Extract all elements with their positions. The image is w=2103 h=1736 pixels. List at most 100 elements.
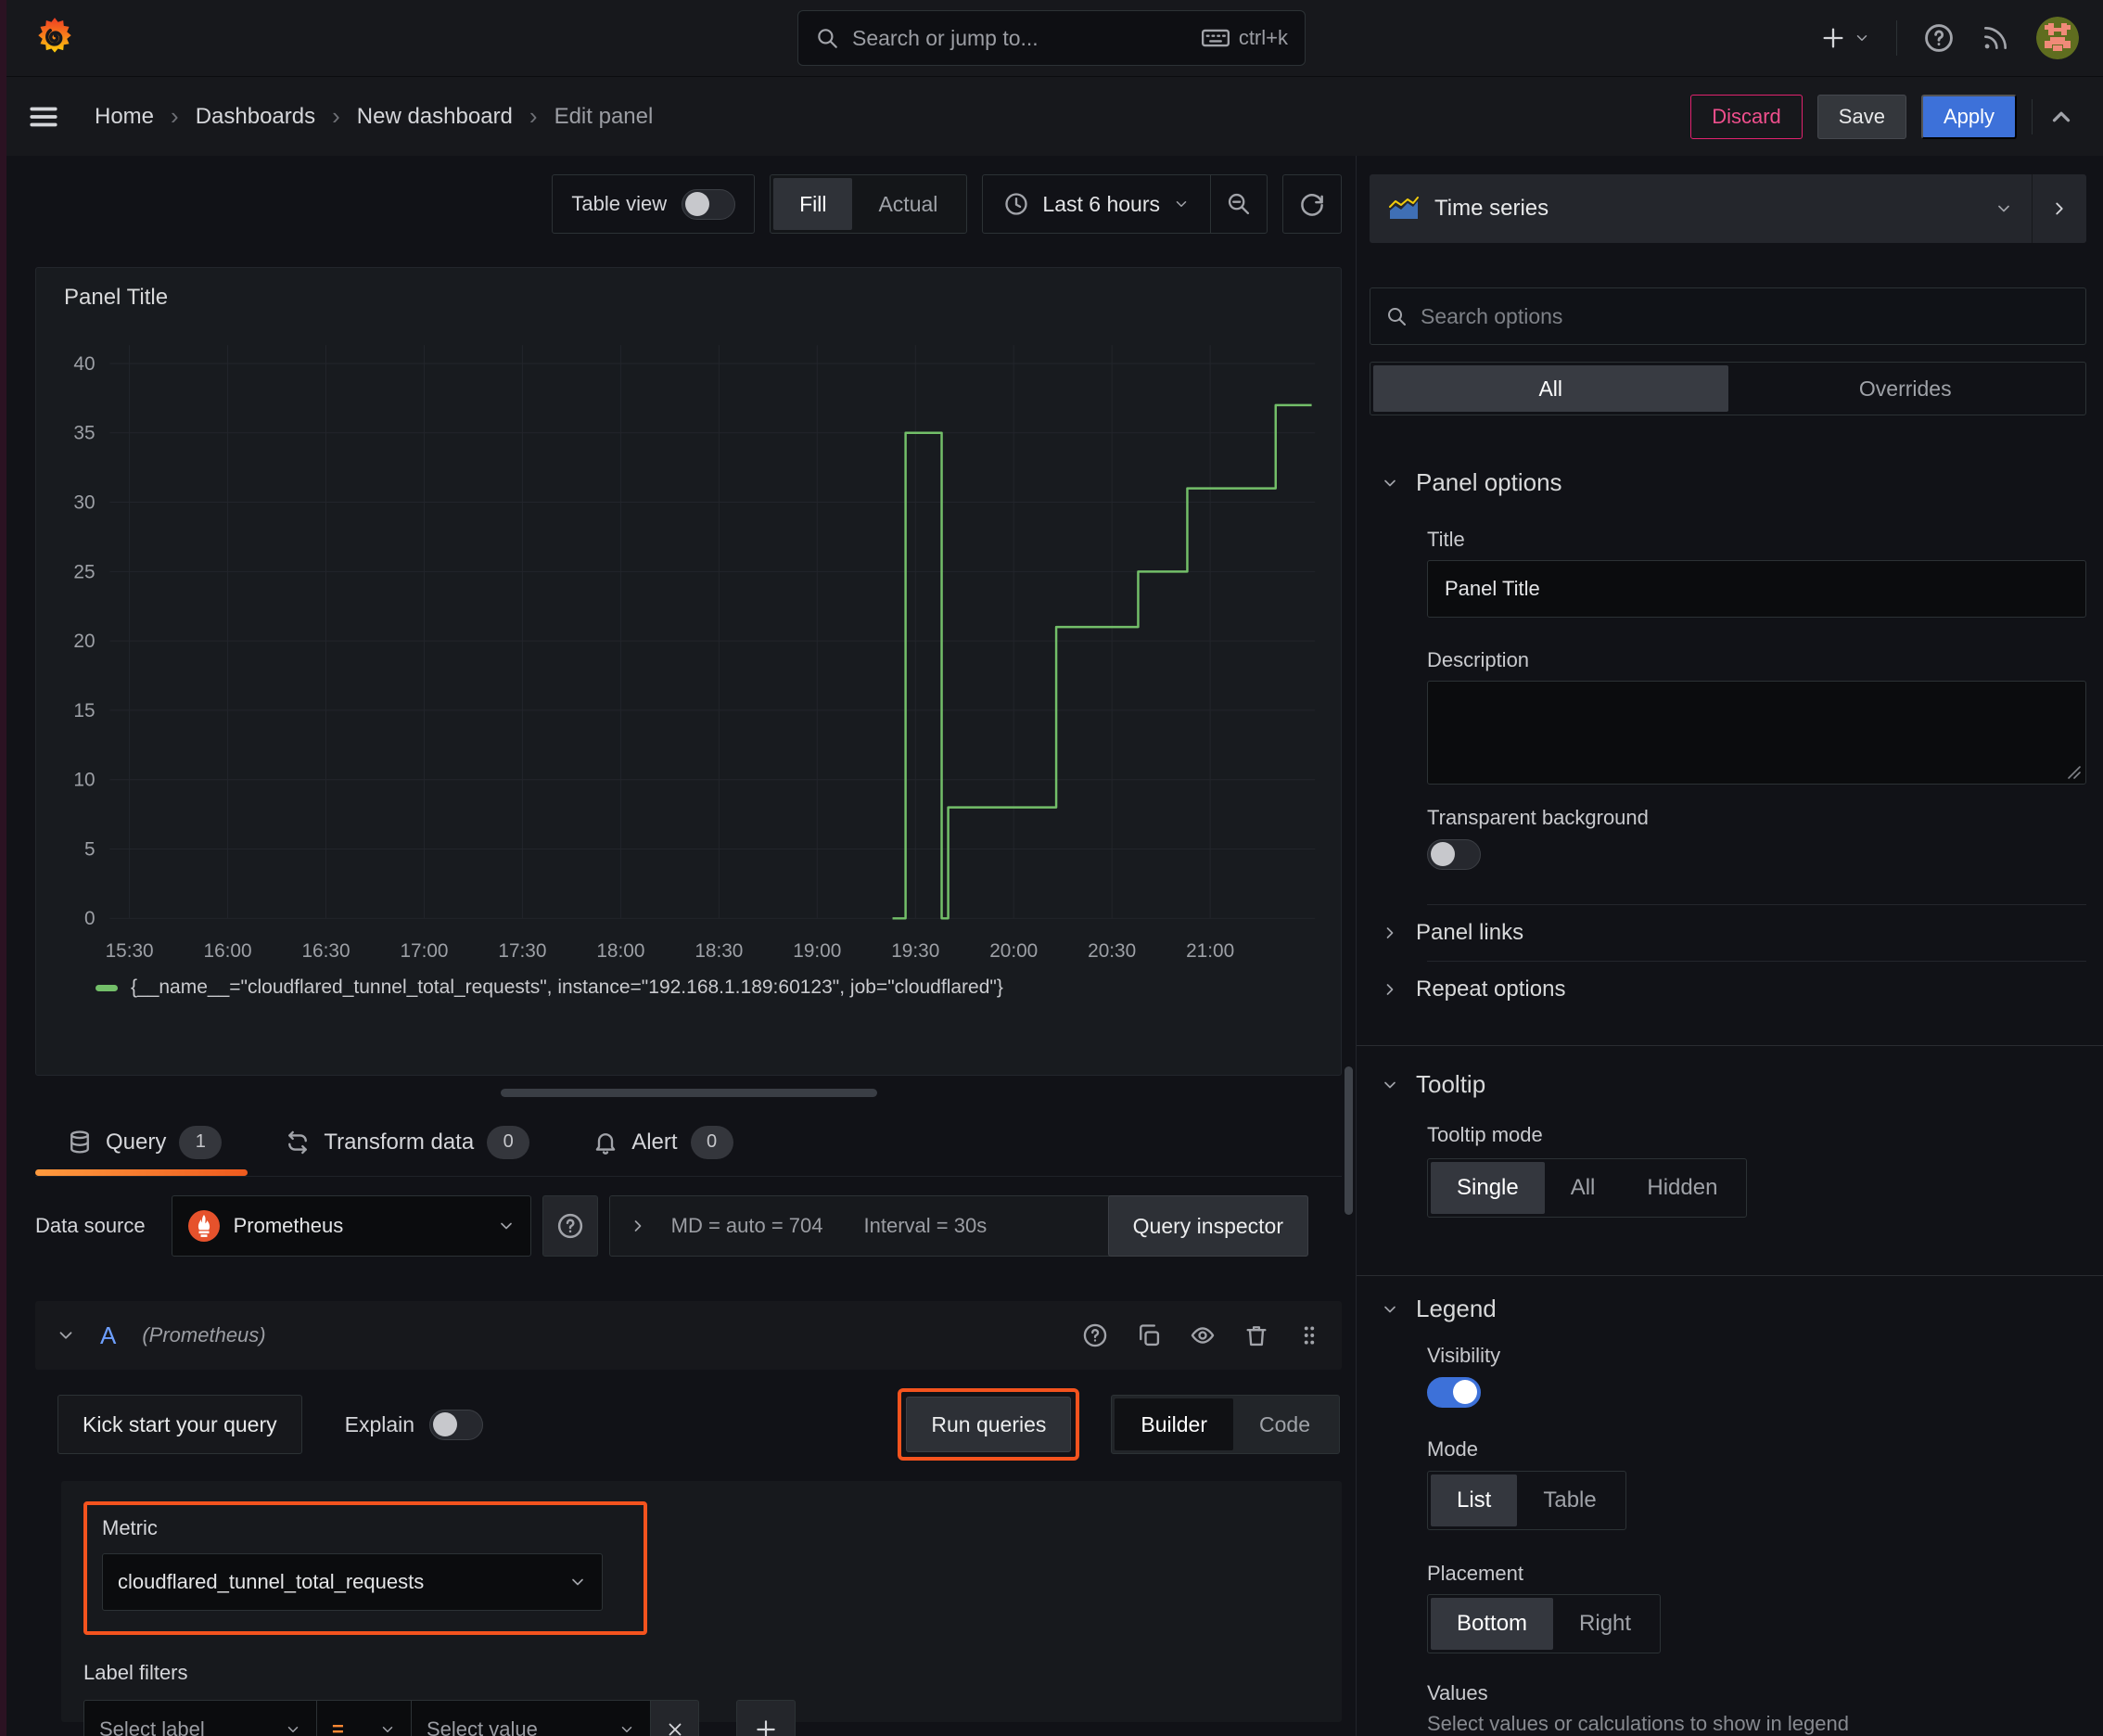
refresh-button[interactable] <box>1282 174 1342 234</box>
time-range-picker: Last 6 hours <box>982 174 1268 234</box>
select-value-dropdown[interactable]: Select value <box>412 1700 651 1736</box>
panel-resize-handle[interactable] <box>500 1089 877 1097</box>
vertical-scrollbar[interactable] <box>1345 1066 1353 1215</box>
zoom-out-button[interactable] <box>1211 175 1267 233</box>
tab-alert-count: 0 <box>690 1125 733 1159</box>
panel-options-header[interactable]: Panel options <box>1381 468 2086 497</box>
menu-icon[interactable] <box>28 101 59 133</box>
max-datapoints-stat: MD = auto = 704 <box>670 1214 823 1237</box>
legend-values-hint: Select values or calculations to show in… <box>1427 1712 1849 1735</box>
query-builder-body: Metric cloudflared_tunnel_total_requests… <box>61 1481 1342 1736</box>
description-field-textarea[interactable] <box>1427 681 2086 785</box>
metric-highlight: Metric cloudflared_tunnel_total_requests <box>83 1501 647 1635</box>
viz-suggestions-button[interactable] <box>2033 174 2086 243</box>
drag-query-icon[interactable] <box>1297 1323 1321 1347</box>
panel-title[interactable]: Panel Title <box>51 285 1330 311</box>
search-icon <box>815 26 839 50</box>
tooltip-section-header[interactable]: Tooltip <box>1381 1070 2086 1099</box>
grafana-logo-icon[interactable] <box>32 15 78 61</box>
legend-section-header[interactable]: Legend <box>1381 1295 2086 1323</box>
add-filter-button[interactable] <box>736 1700 796 1736</box>
bell-icon <box>593 1130 618 1155</box>
legend-placement-label: Placement <box>1427 1562 1523 1585</box>
code-option[interactable]: Code <box>1233 1398 1336 1450</box>
chevron-down-icon <box>285 1721 301 1736</box>
chevron-down-icon[interactable] <box>56 1325 76 1346</box>
explain-toggle[interactable] <box>429 1409 484 1440</box>
legend-mode-list[interactable]: List <box>1431 1474 1518 1526</box>
legend-visibility-toggle[interactable] <box>1427 1377 1481 1408</box>
breadcrumb-dashboards[interactable]: Dashboards <box>196 104 315 130</box>
resize-handle-icon[interactable] <box>2065 763 2082 780</box>
duplicate-query-icon[interactable] <box>1136 1322 1162 1348</box>
time-series-viz-icon <box>1388 197 1420 221</box>
chevron-down-icon <box>1173 196 1190 212</box>
time-range-button[interactable]: Last 6 hours <box>983 175 1210 233</box>
tooltip-single-option[interactable]: Single <box>1431 1162 1545 1214</box>
query-row-header[interactable]: A (Prometheus) <box>35 1301 1342 1370</box>
x-tick-label: 16:00 <box>204 940 252 962</box>
breadcrumb-home[interactable]: Home <box>95 104 154 130</box>
series-line[interactable] <box>892 403 1312 920</box>
breadcrumb-new-dashboard[interactable]: New dashboard <box>357 104 513 130</box>
y-tick-label: 40 <box>73 353 95 375</box>
builder-option[interactable]: Builder <box>1115 1398 1234 1450</box>
collapse-header-icon[interactable] <box>2047 103 2075 131</box>
operator-dropdown[interactable]: = <box>317 1700 412 1736</box>
select-label-dropdown[interactable]: Select label <box>83 1700 317 1736</box>
panel-links-section[interactable]: Panel links <box>1381 905 2086 961</box>
query-help-icon[interactable] <box>1082 1322 1108 1348</box>
legend-placement-bottom[interactable]: Bottom <box>1431 1598 1554 1650</box>
table-view-toggle[interactable] <box>682 188 736 220</box>
save-button[interactable]: Save <box>1816 94 1906 139</box>
query-ref-id[interactable]: A <box>100 1321 116 1350</box>
tab-query[interactable]: Query 1 <box>35 1108 253 1176</box>
legend-series-label[interactable]: {__name__="cloudflared_tunnel_total_requ… <box>131 976 1003 999</box>
legend-mode-table[interactable]: Table <box>1517 1474 1622 1526</box>
metric-select[interactable]: cloudflared_tunnel_total_requests <box>102 1553 603 1611</box>
datasource-label: Data source <box>35 1214 146 1237</box>
apply-button[interactable]: Apply <box>1920 94 2017 139</box>
chevron-down-icon <box>1854 30 1870 46</box>
query-inspector-button[interactable]: Query inspector <box>1107 1195 1308 1257</box>
discard-button[interactable]: Discard <box>1690 94 1803 139</box>
datasource-value: Prometheus <box>233 1214 344 1237</box>
datasource-help-button[interactable] <box>542 1195 598 1257</box>
table-view-control: Table view <box>552 174 756 234</box>
filter-tab-all[interactable]: All <box>1373 365 1728 412</box>
chevron-right-icon <box>1381 924 1399 942</box>
filter-tab-overrides[interactable]: Overrides <box>1728 365 2084 412</box>
title-field-input[interactable] <box>1427 560 2086 618</box>
global-search[interactable]: Search or jump to... ctrl+k <box>797 10 1306 66</box>
tab-alert[interactable]: Alert 0 <box>561 1108 764 1176</box>
fill-option[interactable]: Fill <box>773 178 853 230</box>
help-icon[interactable] <box>1923 22 1955 54</box>
delete-query-icon[interactable] <box>1243 1322 1269 1348</box>
legend-series-marker[interactable] <box>96 984 118 991</box>
zoom-out-icon <box>1226 191 1252 217</box>
search-options-input[interactable]: Search options <box>1370 287 2086 345</box>
hide-query-icon[interactable] <box>1190 1322 1216 1348</box>
remove-filter-button[interactable] <box>651 1700 699 1736</box>
close-icon <box>665 1719 685 1736</box>
tooltip-hidden-option[interactable]: Hidden <box>1621 1162 1743 1214</box>
window-edge <box>0 0 6 1736</box>
fill-actual-segment: Fill Actual <box>770 174 968 234</box>
run-queries-button[interactable]: Run queries <box>906 1397 1072 1452</box>
chevron-right-icon <box>2049 198 2070 219</box>
visualization-select[interactable]: Time series <box>1370 174 2032 243</box>
add-menu-button[interactable] <box>1820 25 1870 51</box>
query-options-bar[interactable]: MD = auto = 704 Interval = 30s Query ins… <box>608 1195 1308 1257</box>
repeat-options-section[interactable]: Repeat options <box>1381 962 2086 1017</box>
time-series-chart[interactable]: 15:30 16:00 16:30 17:00 17:30 18:00 18:30 19:00… <box>51 335 1330 973</box>
kick-start-button[interactable]: Kick start your query <box>57 1395 302 1454</box>
tooltip-all-option[interactable]: All <box>1545 1162 1622 1214</box>
user-avatar[interactable] <box>2036 17 2079 59</box>
legend-placement-right[interactable]: Right <box>1553 1598 1657 1650</box>
news-icon[interactable] <box>1981 23 2010 53</box>
datasource-picker[interactable]: Prometheus <box>171 1195 531 1257</box>
label-filters-row: Select label = Select value <box>83 1700 1342 1736</box>
transparent-background-toggle[interactable] <box>1427 839 1481 870</box>
actual-option[interactable]: Actual <box>852 178 963 230</box>
tab-transform-data[interactable]: Transform data 0 <box>253 1108 561 1176</box>
